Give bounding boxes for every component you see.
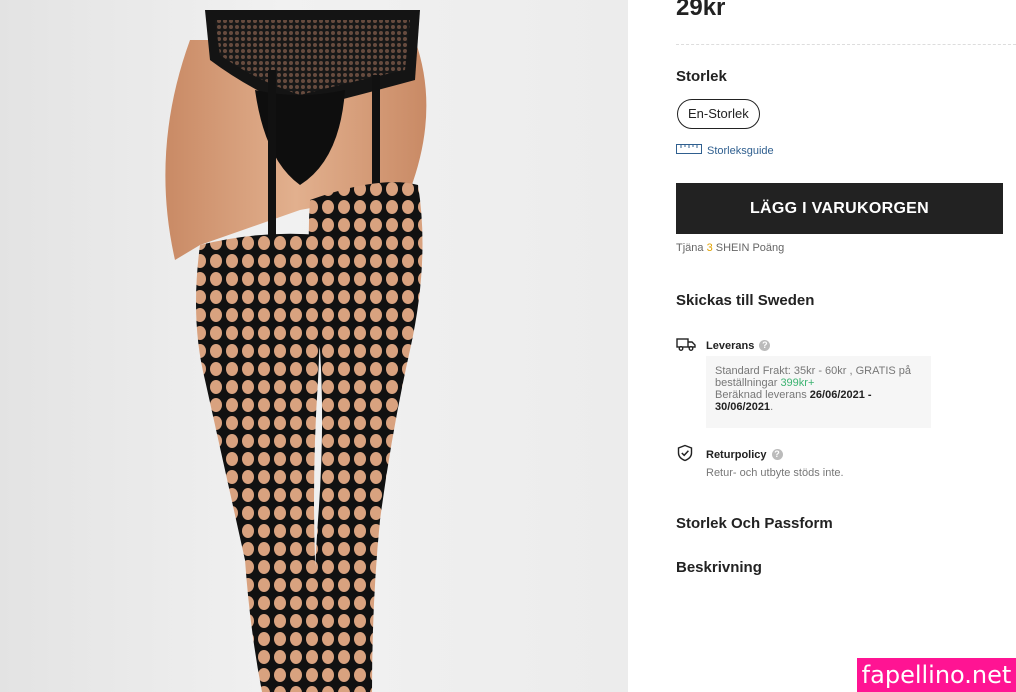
free-shipping-threshold: 399kr+ [780,377,815,389]
estimate-range-start: 26/06/2021 - [809,389,872,401]
product-price: 29kr [676,0,726,21]
return-policy-note: Retur- och utbyte stöds inte. [706,467,844,479]
ruler-icon [676,142,702,160]
product-details-panel: 29kr Storlek En-Storlek Storleksguide LÄ… [676,0,1016,692]
estimate-prefix: Beräknad leverans [715,389,807,401]
estimate-suffix: . [770,401,774,413]
add-to-cart-button[interactable]: LÄGG I VARUKORGEN [676,183,1003,234]
shipping-title: Skickas till Sweden [676,292,815,309]
points-prefix: Tjäna [676,242,704,254]
return-policy-label: Returpolicy [706,448,767,461]
size-guide-link[interactable]: Storleksguide [676,144,774,158]
product-photo-illustration [165,10,427,692]
delivery-label: Leverans [706,339,755,352]
points-amount: 3 [706,242,713,254]
truck-icon [676,337,696,354]
delivery-info-box: Standard Frakt: 35kr - 60kr , GRATIS på … [706,356,931,428]
delivery-row: Leverans ? [676,337,771,354]
points-suffix: SHEIN Poäng [715,242,785,254]
help-icon[interactable]: ? [759,340,771,351]
help-icon[interactable]: ? [771,449,783,460]
size-option-one-size[interactable]: En-Storlek [677,99,760,129]
divider [676,44,1016,45]
description-section-toggle[interactable]: Beskrivning [676,559,762,576]
size-fit-section-toggle[interactable]: Storlek Och Passform [676,515,833,532]
product-image[interactable] [0,0,628,692]
points-earn-text: Tjäna 3 SHEIN Poäng [676,242,784,254]
estimate-range-end: 30/06/2021 [715,401,771,413]
watermark: fapellino.net [857,658,1016,692]
size-guide-label: Storleksguide [707,145,774,157]
size-section-title: Storlek [676,68,727,85]
return-policy-row: Returpolicy ? [676,444,783,465]
shield-check-icon [676,444,694,465]
